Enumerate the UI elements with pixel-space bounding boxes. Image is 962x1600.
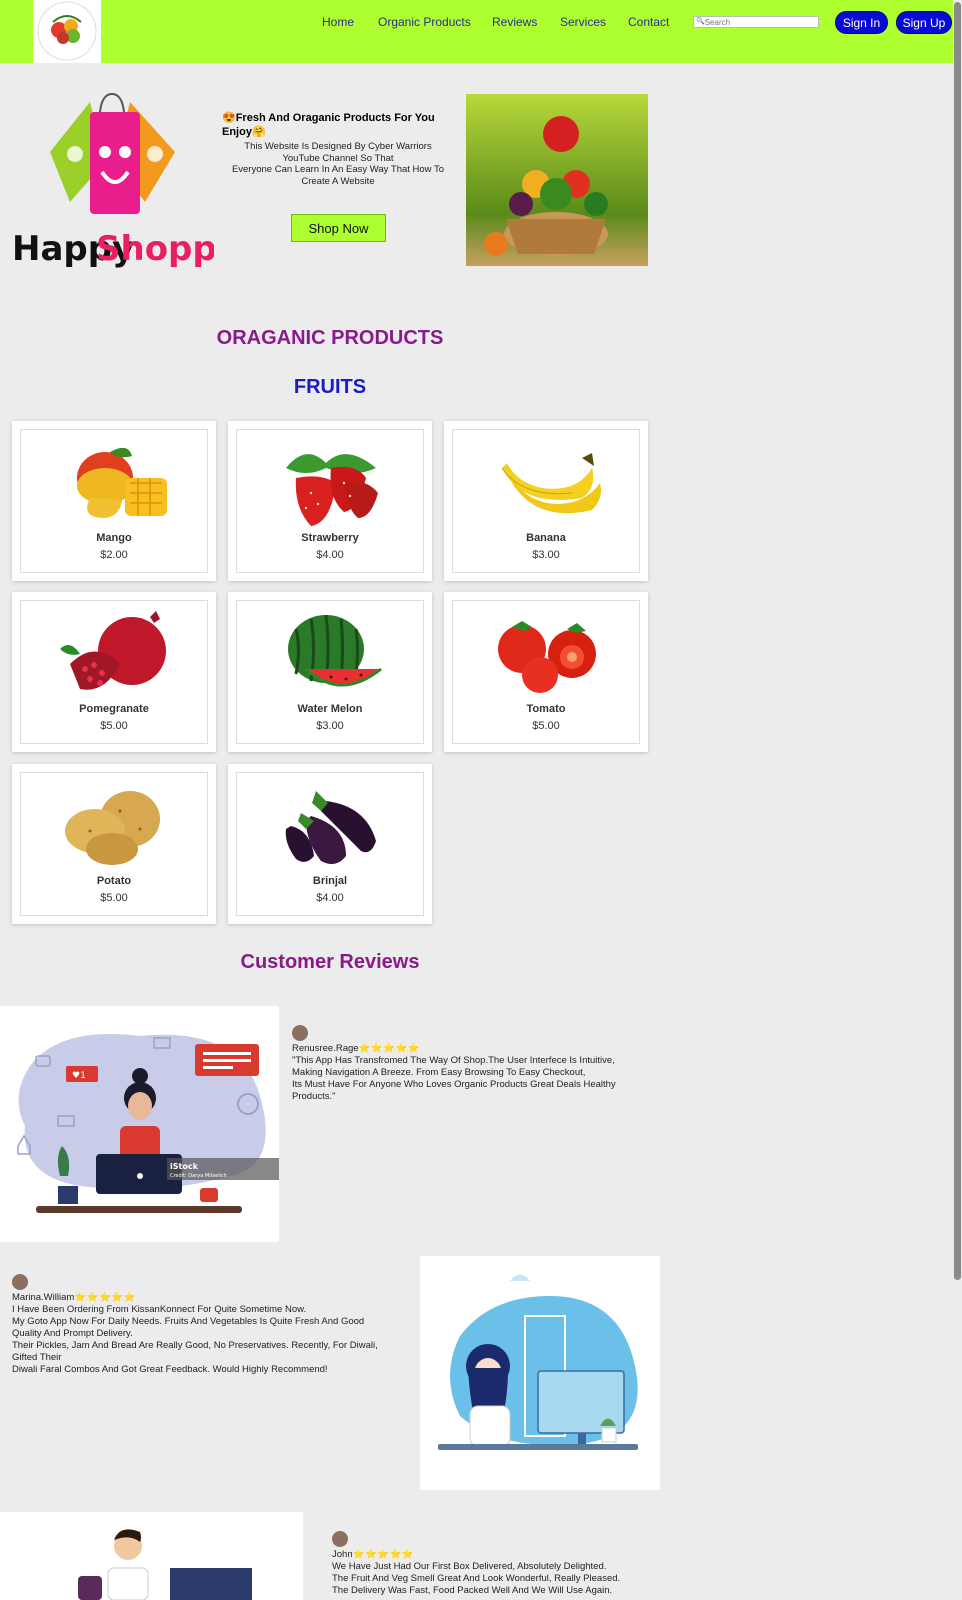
hero-title: 😍Fresh And Oraganic Products For You Enj… xyxy=(222,111,452,139)
logo-word-shopping: Shopping xyxy=(96,229,214,269)
banana-image xyxy=(501,453,601,514)
customer-reviews-heading: Customer Reviews xyxy=(240,951,420,973)
product-price: $5.00 xyxy=(532,720,560,732)
sign-in-button[interactable]: Sign In xyxy=(835,11,888,34)
nav-contact[interactable]: Contact xyxy=(628,15,669,29)
review-line: Quality And Prompt Delivery. xyxy=(12,1328,133,1339)
reviewer-avatar xyxy=(332,1531,348,1547)
review-line: The Delivery Was Fast, Food Packed Well … xyxy=(332,1585,613,1596)
product-name: Banana xyxy=(526,532,566,544)
review-john: John⭐⭐⭐⭐⭐ We Have Just Had Our First Box… xyxy=(332,1549,692,1597)
happy-shopping-logo: Happy Shopping xyxy=(10,92,277,270)
sign-up-button[interactable]: Sign Up xyxy=(896,11,952,34)
star-rating: ⭐⭐⭐⭐⭐ xyxy=(74,1292,136,1303)
brinjal-image xyxy=(285,791,376,865)
reviewer-name: Renusree.Rage xyxy=(292,1043,359,1054)
reviewer-name: Marina.William xyxy=(12,1292,75,1303)
hug-emoji: 🤗 xyxy=(251,126,266,138)
review-line: Diwali Faral Combos And Got Great Feedba… xyxy=(12,1364,328,1375)
product-card-potato[interactable]: Potato $5.00 xyxy=(12,764,216,924)
istock-watermark: iStock xyxy=(170,1162,199,1171)
search-box[interactable]: 🔍 xyxy=(693,16,819,28)
product-card-pomegranate[interactable]: Pomegranate $5.00 xyxy=(12,592,216,752)
product-card-tomato[interactable]: Tomato $5.00 xyxy=(444,592,648,752)
product-name: Strawberry xyxy=(301,532,359,544)
product-price: $5.00 xyxy=(100,892,128,904)
product-name: Tomato xyxy=(526,703,566,715)
fruits-heading: FRUITS xyxy=(293,376,367,398)
product-card-banana[interactable]: Banana $3.00 xyxy=(444,421,648,581)
reviewer-name: John xyxy=(332,1549,353,1560)
hero-desc-line: Everyone Can Learn In An Easy Way That H… xyxy=(231,164,445,175)
product-price: $4.00 xyxy=(316,892,344,904)
shop-now-button[interactable]: Shop Now xyxy=(291,214,386,242)
review-line: Its Must Have For Anyone Who Loves Organ… xyxy=(292,1079,616,1090)
product-price: $3.00 xyxy=(316,720,344,732)
site-logo[interactable] xyxy=(33,0,101,63)
nav-services[interactable]: Services xyxy=(560,15,606,29)
review-illustration-man xyxy=(0,1512,303,1600)
product-name: Mango xyxy=(96,532,132,544)
vegetable-basket-image xyxy=(466,94,648,266)
hero-desc-line: This Website Is Designed By Cyber Warrio… xyxy=(244,141,432,152)
product-card-strawberry[interactable]: Strawberry $4.00 xyxy=(228,421,432,581)
product-name: Water Melon xyxy=(297,703,363,715)
mango-image xyxy=(77,447,167,518)
hero-desc-line: Create A Website xyxy=(301,175,375,187)
product-card-brinjal[interactable]: Brinjal $4.00 xyxy=(228,764,432,924)
product-name: Potato xyxy=(96,875,132,887)
svg-text:♥1: ♥1 xyxy=(72,1071,86,1081)
product-price: $3.00 xyxy=(532,549,560,561)
star-rating: ⭐⭐⭐⭐⭐ xyxy=(358,1043,421,1054)
scrollbar-thumb[interactable] xyxy=(954,2,961,1280)
navbar: Home Organic Products Reviews Services C… xyxy=(0,0,962,63)
review-line: Products." xyxy=(292,1091,336,1102)
reviewer-avatar xyxy=(292,1025,308,1041)
product-name: Brinjal xyxy=(312,875,348,887)
product-card-water-melon[interactable]: Water Melon $3.00 xyxy=(228,592,432,752)
review-line: The Fruit And Veg Smell Great And Look W… xyxy=(332,1573,621,1584)
product-price: $5.00 xyxy=(100,720,128,732)
product-price: $2.00 xyxy=(100,549,128,561)
watermelon-image xyxy=(288,614,382,687)
review-line: My Goto App Now For Daily Needs. Fruits … xyxy=(12,1316,365,1327)
organic-products-heading: ORAGANIC PRODUCTS xyxy=(216,327,444,349)
review-renusree: Renusree.Rage⭐⭐⭐⭐⭐ "This App Has Transfr… xyxy=(292,1043,652,1103)
heart-eyes-emoji: 😍 xyxy=(222,112,236,124)
reviewer-avatar xyxy=(12,1274,28,1290)
review-line: Their Pickles, Jam And Bread Are Really … xyxy=(12,1340,378,1351)
review-line: Gifted Their xyxy=(12,1352,62,1363)
nav-organic-products[interactable]: Organic Products xyxy=(378,15,471,29)
potato-image xyxy=(65,791,160,865)
review-marina: Marina.William⭐⭐⭐⭐⭐ I Have Been Ordering… xyxy=(12,1292,412,1376)
nav-home[interactable]: Home xyxy=(322,15,354,29)
nav-reviews[interactable]: Reviews xyxy=(492,15,537,29)
review-line: We Have Just Had Our First Box Delivered… xyxy=(332,1561,607,1572)
review-line: I Have Been Ordering From KissanKonnect … xyxy=(12,1304,307,1315)
tomato-image xyxy=(498,621,596,693)
pomegranate-image xyxy=(60,611,166,690)
hero-description: This Website Is Designed By Cyber Warrio… xyxy=(222,141,454,187)
product-name: Pomegranate xyxy=(79,703,149,715)
review-line: "This App Has Transfromed The Way Of Sho… xyxy=(292,1055,615,1066)
star-rating: ⭐⭐⭐⭐⭐ xyxy=(352,1549,415,1560)
review-illustration-woman-computer xyxy=(420,1256,660,1490)
product-card-mango[interactable]: Mango $2.00 xyxy=(12,421,216,581)
product-price: $4.00 xyxy=(316,549,344,561)
istock-credit: Credit: Darya Mitselich xyxy=(170,1173,227,1179)
review-line: Making Navigation A Breeze. From Easy Br… xyxy=(292,1067,586,1078)
review-illustration-woman-laptop: ♥1 iStock Credit: Darya Mitselich xyxy=(0,1006,279,1242)
search-input[interactable] xyxy=(704,17,815,27)
magnifier-icon: 🔍 xyxy=(696,18,705,25)
strawberry-image xyxy=(286,454,378,526)
hero-desc-line: YouTube Channel So That xyxy=(282,152,394,164)
